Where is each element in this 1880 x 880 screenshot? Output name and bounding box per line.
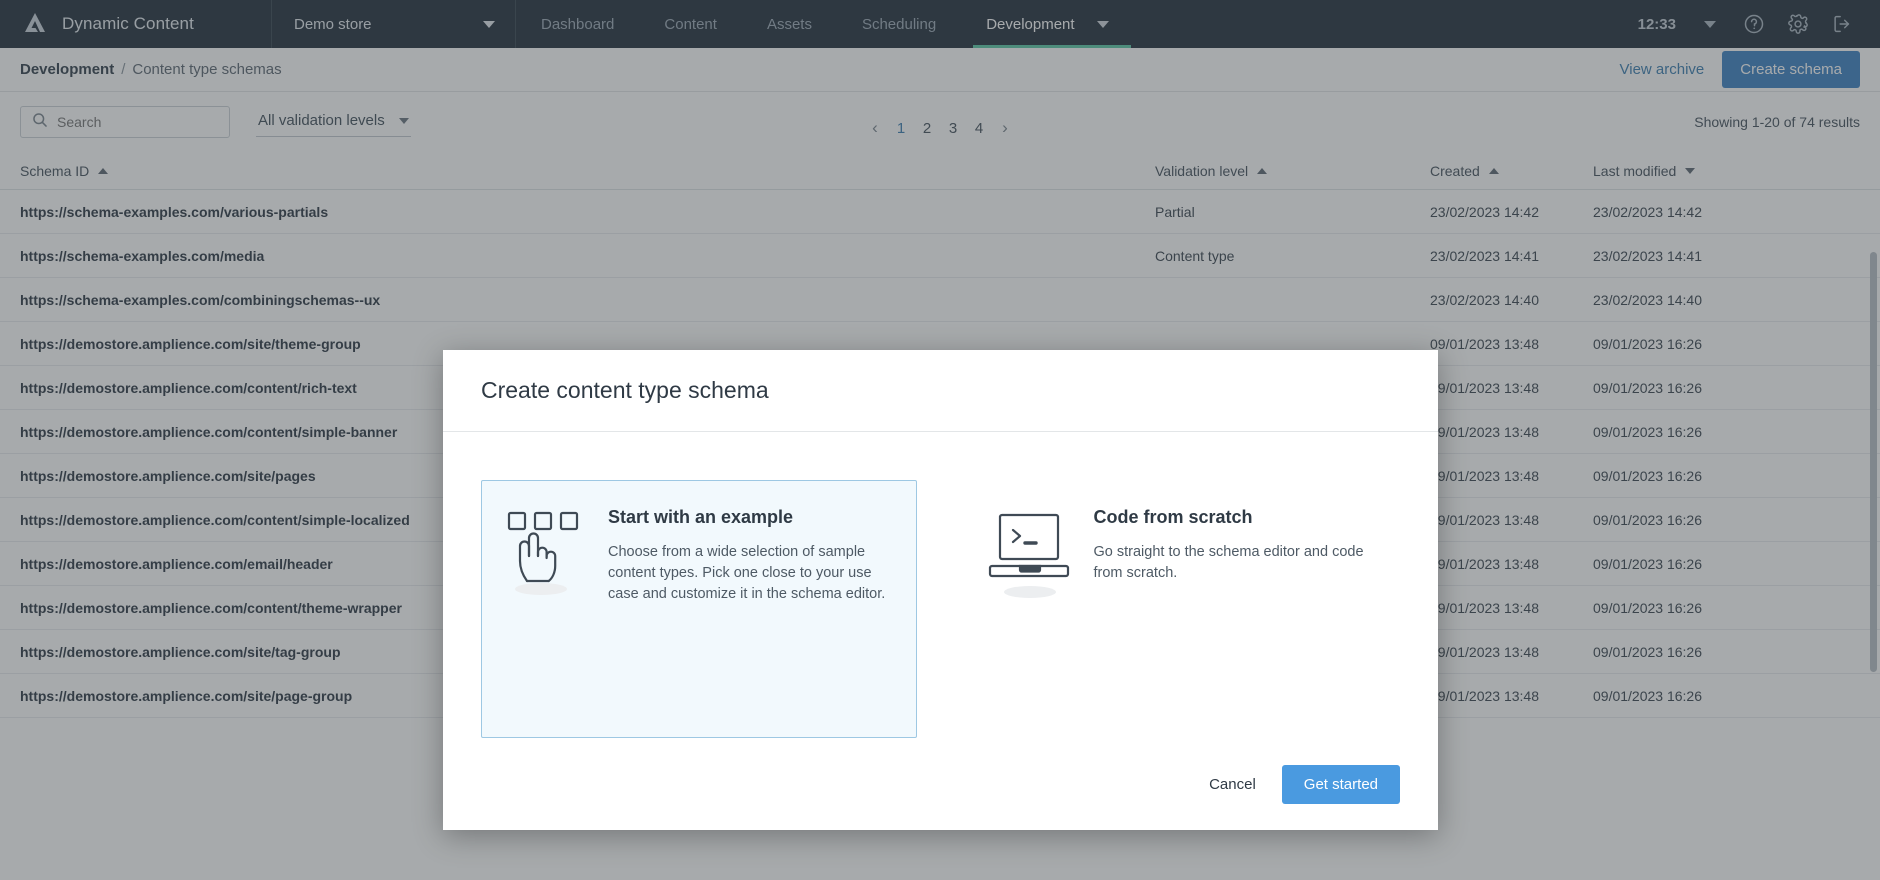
modal-header: Create content type schema bbox=[443, 350, 1438, 432]
checkboxes-hand-pointer-icon bbox=[504, 507, 586, 711]
app-root: Dynamic Content Demo store Dashboard Con… bbox=[0, 0, 1880, 880]
option-description: Go straight to the schema editor and cod… bbox=[1094, 542, 1378, 584]
cancel-button[interactable]: Cancel bbox=[1209, 776, 1256, 793]
option-code-from-scratch[interactable]: Code from scratch Go straight to the sch… bbox=[965, 480, 1401, 738]
option-text-block: Start with an example Choose from a wide… bbox=[608, 507, 894, 711]
create-schema-modal: Create content type schema bbox=[443, 350, 1438, 830]
modal-body: Start with an example Choose from a wide… bbox=[443, 432, 1438, 738]
modal-footer: Cancel Get started bbox=[443, 738, 1438, 830]
get-started-button[interactable]: Get started bbox=[1282, 765, 1400, 804]
option-text-block: Code from scratch Go straight to the sch… bbox=[1094, 507, 1378, 711]
option-start-with-example[interactable]: Start with an example Choose from a wide… bbox=[481, 480, 917, 738]
option-title: Start with an example bbox=[608, 507, 894, 528]
laptop-terminal-icon bbox=[988, 507, 1072, 711]
option-title: Code from scratch bbox=[1094, 507, 1378, 528]
option-description: Choose from a wide selection of sample c… bbox=[608, 542, 894, 605]
modal-title: Create content type schema bbox=[481, 377, 769, 404]
